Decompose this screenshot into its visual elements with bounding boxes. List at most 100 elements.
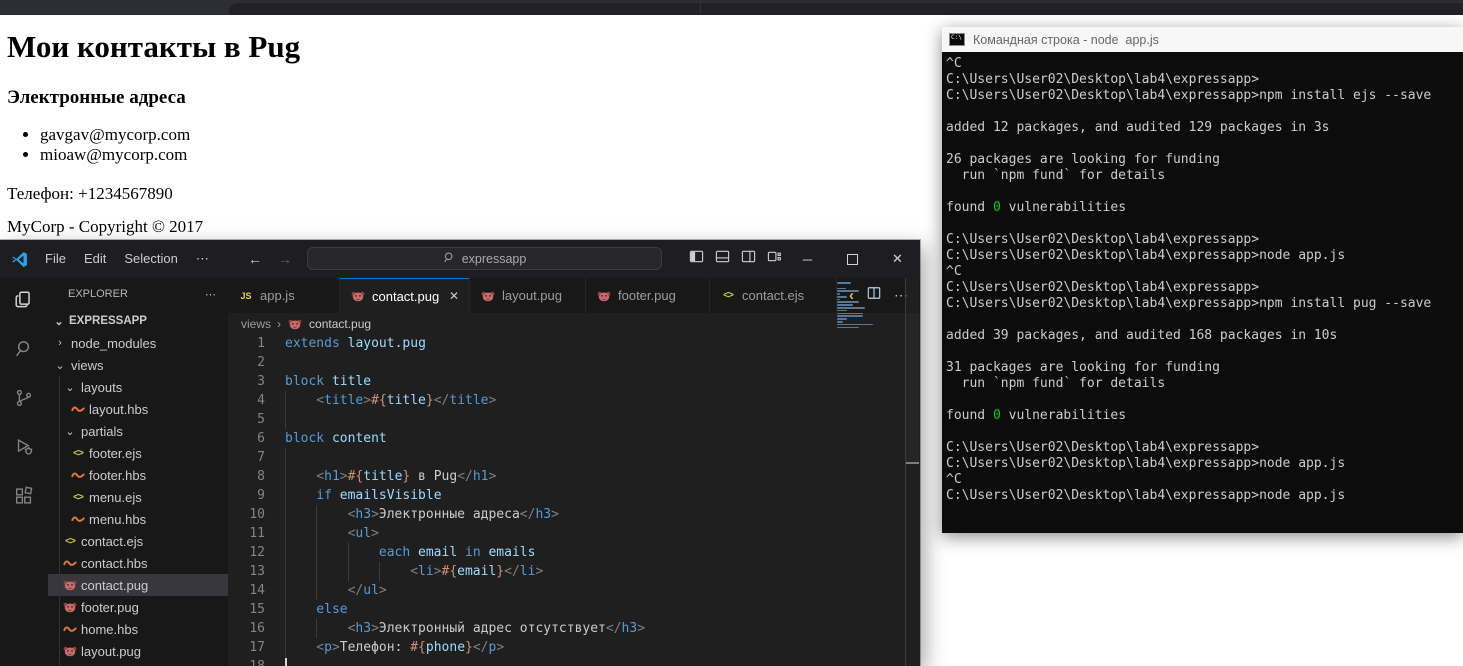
menu-item-selection[interactable]: Selection [115, 248, 186, 270]
tree-item-footer.pug[interactable]: footer.pug [48, 596, 228, 618]
pug-file-icon [596, 289, 612, 303]
tab-app.js[interactable]: JSapp.js [228, 278, 340, 313]
tab-contact.ejs[interactable]: <>contact.ejs [710, 278, 846, 313]
indent-guide [285, 448, 316, 467]
indent-guide [316, 581, 347, 600]
tree-item-contact.pug[interactable]: contact.pug [48, 574, 228, 596]
tree-item-home.hbs[interactable]: home.hbs [48, 618, 228, 640]
cmd-title: Командная строка - node app.js [973, 33, 1159, 47]
minimap-line [837, 282, 851, 284]
code-text: block title [285, 372, 371, 391]
tree-item-label: views [71, 358, 104, 373]
tree-item-label: menu.ejs [89, 490, 142, 505]
tree-item-label: footer.hbs [89, 468, 146, 483]
code-editor[interactable]: 1extends layout.pug23block title4<title>… [228, 334, 920, 666]
explorer-header: EXPLORER ⋯ [48, 278, 228, 310]
run-debug-icon[interactable] [12, 435, 36, 459]
terminal-line: C:\Users\User02\Desktop\lab4\expressapp>… [946, 296, 1463, 312]
tree-item-menu.ejs[interactable]: <>menu.ejs [48, 486, 228, 508]
explorer-more-icon[interactable]: ⋯ [205, 288, 216, 301]
chevron-down-icon: ⌄ [52, 359, 68, 372]
forward-arrow-icon[interactable]: → [278, 251, 292, 267]
panel-toggle-icon[interactable] [715, 249, 730, 269]
minimap[interactable] [837, 282, 875, 332]
tree-item-node_modules[interactable]: ›node_modules [48, 332, 228, 354]
menu-item-file[interactable]: File [36, 248, 75, 270]
tree-item-layout.pug[interactable]: layout.pug [48, 640, 228, 662]
minimap-line [837, 301, 859, 303]
minimap-line [837, 299, 840, 301]
code-line: 3block title [228, 372, 920, 391]
workspace-root-row[interactable]: ⌄ EXPRESSAPP [48, 310, 228, 332]
desktop: Мои контакты в Pug Электронные адреса ga… [0, 0, 1463, 666]
breadcrumb-folder[interactable]: views [241, 317, 271, 331]
tab-contact.pug[interactable]: contact.pug✕ [340, 278, 470, 313]
terminal-line: 31 packages are looking for funding [946, 360, 1463, 376]
cmd-output[interactable]: ^C C:\Users\User02\Desktop\lab4\expressap… [942, 52, 1463, 533]
maximize-button[interactable] [830, 240, 875, 278]
command-center-search[interactable]: expressapp [307, 247, 662, 270]
line-number: 12 [228, 543, 285, 562]
tree-item-partials[interactable]: ⌄partials [48, 420, 228, 442]
tab-layout.pug[interactable]: layout.pug [470, 278, 586, 313]
source-control-icon[interactable] [12, 386, 36, 410]
minimap-line [837, 307, 865, 309]
breadcrumb[interactable]: views › contact.pug [228, 313, 920, 334]
pug-file-icon [62, 644, 78, 658]
tree-item-layouts[interactable]: ⌄layouts [48, 376, 228, 398]
code-line: 17<p>Телефон: #{phone}</p> [228, 638, 920, 657]
scrollbar-thumb[interactable] [906, 278, 919, 464]
terminal-line [946, 136, 1463, 152]
tree-item-menu.hbs[interactable]: menu.hbs [48, 508, 228, 530]
tree-item-contact.hbs[interactable]: contact.hbs [48, 552, 228, 574]
secondary-sidebar-toggle-icon[interactable] [741, 249, 756, 269]
explorer-icon[interactable] [12, 288, 36, 312]
editor-scrollbar[interactable] [905, 278, 919, 666]
code-text: <p>Телефон: #{phone}</p> [285, 638, 504, 657]
code-line: 14</ul> [228, 581, 920, 600]
search-value: expressapp [462, 252, 527, 266]
menu-item-⋯[interactable]: ⋯ [187, 248, 218, 270]
tab-footer.pug[interactable]: footer.pug [586, 278, 710, 313]
tree-item-label: footer.pug [81, 600, 139, 615]
tree-item-contact.ejs[interactable]: <>contact.ejs [48, 530, 228, 552]
search-view-icon[interactable] [12, 337, 36, 361]
indent-guide [285, 619, 316, 638]
vscode-titlebar[interactable]: FileEditSelection⋯ ← → expressapp [0, 240, 920, 278]
indent-guide [285, 638, 316, 657]
terminal-line [946, 392, 1463, 408]
back-arrow-icon[interactable]: ← [248, 251, 262, 267]
minimap-line [837, 324, 873, 326]
cmd-window: C:\ Командная строка - node app.js ^C C:\… [942, 27, 1463, 533]
indent-guide [348, 562, 379, 581]
terminal-line: ^C [946, 264, 1463, 280]
menu-item-edit[interactable]: Edit [75, 248, 115, 270]
close-button[interactable]: ✕ [875, 240, 920, 278]
hbs-file-icon [70, 512, 86, 526]
tree-item-footer.ejs[interactable]: <>footer.ejs [48, 442, 228, 464]
breadcrumb-file[interactable]: contact.pug [309, 317, 371, 331]
code-line: 8<h1>#{title} в Pug</h1> [228, 467, 920, 486]
code-line: 7 [228, 448, 920, 467]
indent-guide [285, 581, 316, 600]
chevron-down-icon: ⌄ [62, 425, 78, 438]
history-nav: ← → [248, 251, 292, 267]
close-tab-icon[interactable]: ✕ [449, 289, 459, 303]
minimize-button[interactable]: ─ [785, 240, 830, 278]
tree-item-views[interactable]: ⌄views [48, 354, 228, 376]
indent-guide [285, 543, 316, 562]
customize-layout-icon[interactable] [767, 249, 782, 269]
sidebar-toggle-icon[interactable] [689, 249, 704, 269]
pug-file-icon [62, 578, 78, 592]
extensions-icon[interactable] [12, 484, 36, 508]
cmd-titlebar[interactable]: C:\ Командная строка - node app.js [942, 27, 1463, 52]
browser-tab-strip-segment[interactable] [229, 3, 1463, 15]
tab-label: contact.ejs [742, 288, 804, 303]
tree-item-layout.hbs[interactable]: layout.hbs [48, 398, 228, 420]
chevron-down-icon: ⌄ [51, 315, 67, 328]
indent-guide [285, 562, 316, 581]
tree-item-label: layouts [81, 380, 122, 395]
browser-tab-strip[interactable] [0, 0, 1463, 15]
terminal-line [946, 344, 1463, 360]
tree-item-footer.hbs[interactable]: footer.hbs [48, 464, 228, 486]
